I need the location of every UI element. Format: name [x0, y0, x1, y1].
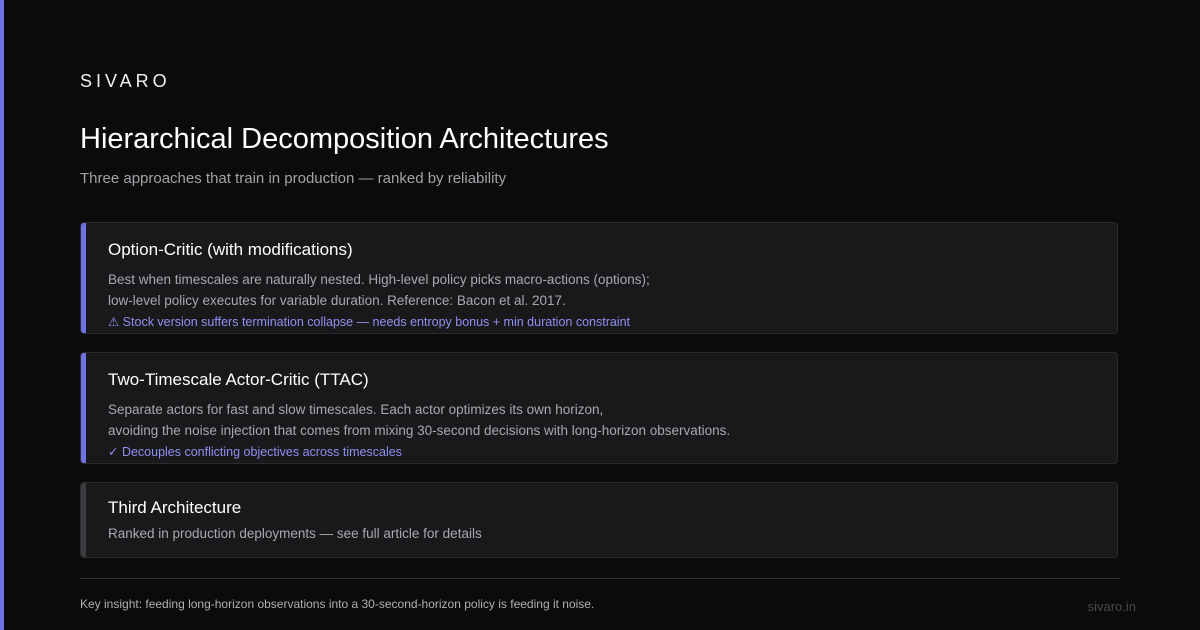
card-description: Best when timescales are naturally neste…: [108, 269, 650, 311]
left-accent-bar: [0, 0, 4, 630]
card-warning-note: ⚠ Stock version suffers termination coll…: [108, 315, 631, 329]
card-accent-stripe: [81, 223, 86, 333]
card-accent-stripe: [81, 353, 86, 463]
card-description-line: low-level policy executes for variable d…: [108, 293, 566, 308]
card-title: Third Architecture: [108, 498, 242, 517]
card-title: Two-Timescale Actor-Critic (TTAC): [108, 370, 369, 389]
card-description: Separate actors for fast and slow timesc…: [108, 399, 730, 441]
footer-divider: [80, 578, 1120, 579]
card-description-line: Separate actors for fast and slow timesc…: [108, 402, 604, 417]
brand-logo: SIVARO: [80, 71, 171, 91]
page-subtitle: Three approaches that train in productio…: [80, 170, 507, 187]
page-title: Hierarchical Decomposition Architectures: [80, 123, 609, 155]
card-description-line: Ranked in production deployments — see f…: [108, 526, 482, 541]
card-accent-stripe: [81, 483, 86, 557]
architecture-card-option-critic: Option-Critic (with modifications) Best …: [80, 222, 1118, 334]
card-description-line: avoiding the noise injection that comes …: [108, 423, 731, 438]
architecture-card-ttac: Two-Timescale Actor-Critic (TTAC) Separa…: [80, 352, 1118, 464]
card-description-line: Best when timescales are naturally neste…: [108, 272, 650, 287]
architecture-card-third: Third Architecture Ranked in production …: [80, 482, 1118, 558]
card-check-note: ✓ Decouples conflicting objectives acros…: [108, 445, 402, 459]
footer-domain: sivaro.in: [1087, 599, 1136, 614]
card-description: Ranked in production deployments — see f…: [108, 523, 482, 544]
card-title: Option-Critic (with modifications): [108, 240, 353, 259]
key-insight-text: Key insight: feeding long-horizon observ…: [80, 597, 595, 611]
